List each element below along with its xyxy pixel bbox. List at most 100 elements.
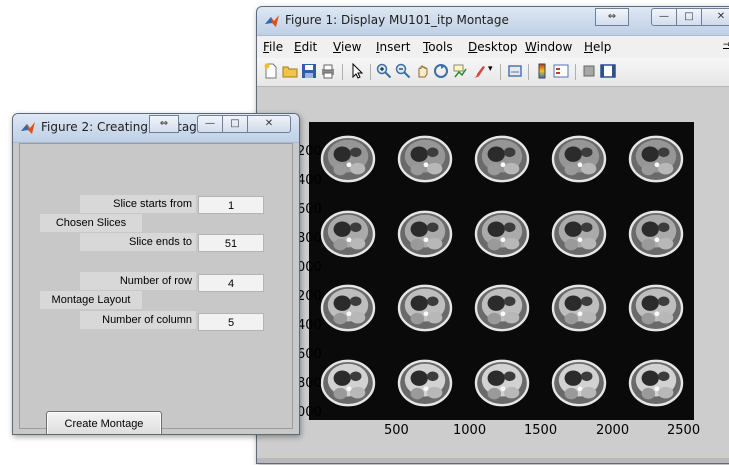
figure1-maximize-button[interactable]: □ — [676, 8, 702, 26]
mri-slice — [474, 284, 529, 332]
menu-help[interactable]: Help — [584, 40, 611, 54]
figure2-client-area: Slice starts from 1 Chosen Slices Slice … — [19, 143, 293, 434]
mri-slice — [474, 359, 529, 407]
hide-plot-tools-icon[interactable] — [581, 63, 597, 79]
columns-field[interactable]: 5 — [198, 313, 264, 331]
menu-tools[interactable]: Tools — [423, 40, 453, 54]
menu-window[interactable]: Window — [525, 40, 572, 54]
menu-desktop[interactable]: Desktop — [468, 40, 518, 54]
rotate-3d-icon[interactable] — [433, 63, 449, 79]
x-tick-label: 1000 — [453, 423, 487, 438]
brush-icon[interactable] — [471, 63, 487, 79]
slice-end-label: Slice ends to — [80, 233, 196, 251]
rows-field[interactable]: 4 — [198, 274, 264, 292]
figure1-minimize-button[interactable]: — — [651, 8, 677, 26]
y-tick-label: 000 — [297, 405, 322, 420]
restore-arrows-icon: ⇔ — [159, 118, 169, 129]
minimize-icon: — — [205, 118, 215, 129]
toolbar-separator — [500, 64, 501, 80]
mri-slice — [474, 135, 529, 183]
y-tick-label: 200 — [297, 289, 322, 304]
figure2-titlebar[interactable]: Figure 2: Creating Montage ⇔ — □ ✕ — [13, 114, 299, 143]
mri-slice — [320, 210, 375, 258]
x-tick-label: 1500 — [524, 423, 558, 438]
restore-arrows-icon: ⇔ — [607, 11, 617, 22]
close-icon: ✕ — [264, 118, 274, 129]
link-icon[interactable] — [507, 63, 523, 79]
menu-edit[interactable]: Edit — [294, 40, 317, 54]
menu-view[interactable]: View — [333, 40, 361, 54]
figure1-toolbar: ▾ — [257, 58, 729, 87]
mri-slice — [551, 359, 606, 407]
y-tick-label: 400 — [297, 173, 322, 188]
mri-slice — [474, 210, 529, 258]
toolbar-separator — [342, 64, 343, 80]
slice-end-field[interactable]: 51 — [198, 234, 264, 252]
figure1-title: Figure 1: Display MU101_itp Montage — [285, 13, 509, 27]
y-tick-label: 400 — [297, 318, 322, 333]
columns-label: Number of column — [80, 311, 196, 329]
data-cursor-icon[interactable] — [452, 63, 468, 79]
x-tick-label: 500 — [384, 423, 409, 438]
close-icon: ✕ — [716, 11, 726, 22]
y-tick-label: 600 — [297, 202, 322, 217]
y-tick-label: 200 — [297, 144, 322, 159]
figure2-title: Figure 2: Creating Montage — [41, 120, 205, 134]
minimize-icon: — — [659, 11, 669, 22]
open-file-icon[interactable] — [282, 63, 298, 79]
menu-insert[interactable]: Insert — [376, 40, 410, 54]
figure1-titlebar[interactable]: Figure 1: Display MU101_itp Montage ⇔ — … — [257, 7, 729, 36]
brush-dropdown-icon[interactable]: ▾ — [488, 64, 493, 74]
restore-arrows-button[interactable]: ⇔ — [149, 115, 179, 133]
rows-label: Number of row — [80, 272, 196, 290]
zoom-in-icon[interactable] — [376, 63, 392, 79]
mri-slice — [628, 359, 683, 407]
figure2-minimize-button[interactable]: — — [197, 115, 223, 133]
mri-slice — [320, 284, 375, 332]
toolbar-separator — [370, 64, 371, 80]
mri-slice — [320, 135, 375, 183]
save-icon[interactable] — [301, 63, 317, 79]
maximize-icon: □ — [230, 118, 240, 129]
pan-icon[interactable] — [414, 63, 430, 79]
figure1-menubar: File Edit View Insert Tools Desktop Wind… — [257, 36, 729, 58]
create-montage-button[interactable]: Create Montage — [46, 411, 162, 434]
y-tick-label: 800 — [297, 376, 322, 391]
figure1-window: Figure 1: Display MU101_itp Montage ⇔ — … — [256, 6, 729, 464]
mri-slice — [397, 284, 452, 332]
colorbar-icon[interactable] — [534, 63, 550, 79]
menu-file[interactable]: File — [263, 40, 283, 54]
y-tick-label: 600 — [297, 347, 322, 362]
mri-slice — [551, 210, 606, 258]
print-icon[interactable] — [320, 63, 336, 79]
mri-slice — [628, 284, 683, 332]
mri-slice — [397, 135, 452, 183]
legend-icon[interactable] — [553, 63, 569, 79]
matlab-logo-icon — [265, 15, 279, 27]
show-plot-tools-icon[interactable] — [600, 63, 616, 79]
toolbar-separator — [528, 64, 529, 80]
menubar-overflow-icon[interactable]: → — [723, 40, 729, 50]
figure1-plot-area: 200 400 600 800 000 200 400 600 800 000 … — [257, 87, 729, 463]
slice-start-label: Slice starts from — [80, 195, 196, 213]
pointer-icon[interactable] — [349, 63, 365, 79]
figure2-maximize-button[interactable]: □ — [222, 115, 248, 133]
mri-slice — [320, 359, 375, 407]
montage-image[interactable] — [309, 122, 694, 420]
mri-slice — [551, 284, 606, 332]
mri-slice — [397, 359, 452, 407]
toolbar-separator — [575, 64, 576, 80]
slice-start-field[interactable]: 1 — [198, 196, 264, 214]
restore-arrows-button[interactable]: ⇔ — [595, 8, 629, 26]
y-tick-label: 800 — [297, 231, 322, 246]
montage-layout-label: Montage Layout — [40, 291, 142, 309]
figure2-close-button[interactable]: ✕ — [247, 115, 291, 133]
figure2-window: Figure 2: Creating Montage ⇔ — □ ✕ Slice… — [12, 113, 300, 435]
zoom-out-icon[interactable] — [395, 63, 411, 79]
mri-slice — [628, 210, 683, 258]
figure1-close-button[interactable]: ✕ — [701, 8, 729, 26]
figure1-bottom-border — [257, 458, 729, 463]
x-tick-label: 2500 — [667, 423, 701, 438]
new-figure-icon[interactable] — [263, 63, 279, 79]
mri-slice — [628, 135, 683, 183]
